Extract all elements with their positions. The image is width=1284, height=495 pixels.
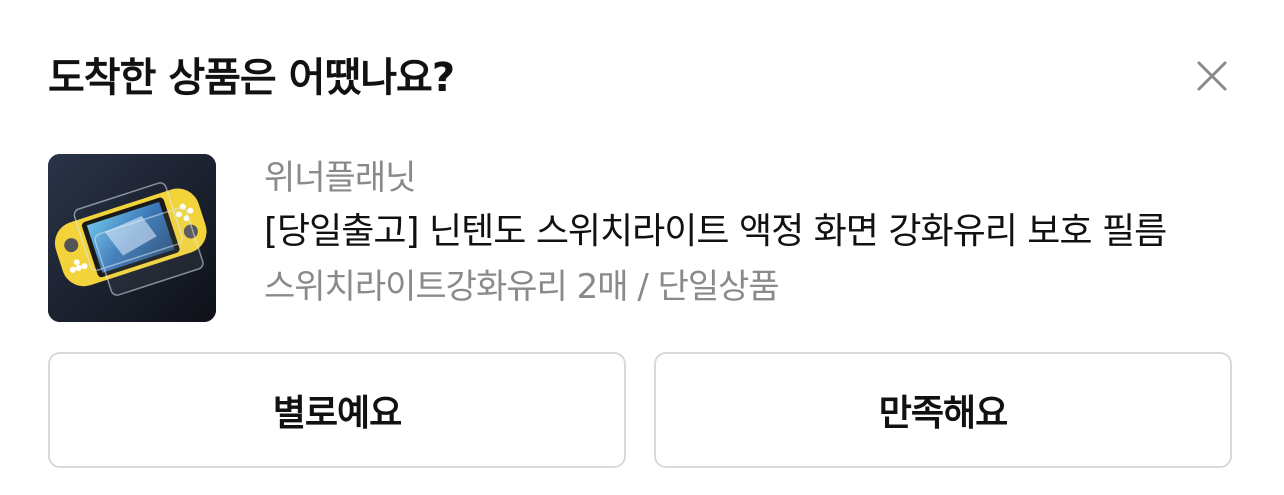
- close-icon: [1197, 61, 1227, 91]
- product-info: 위너플래닛 [당일출고] 닌텐도 스위치라이트 액정 화면 강화유리 보호 필름…: [264, 154, 1236, 312]
- product-card: 위너플래닛 [당일출고] 닌텐도 스위치라이트 액정 화면 강화유리 보호 필름…: [48, 154, 1236, 322]
- review-prompt-dialog: 도착한 상품은 어땠나요? 위너플래닛 [당일출고] 닌텐도 스위치라이트 액정…: [0, 0, 1284, 495]
- product-option: 스위치라이트강화유리 2매 / 단일상품: [264, 267, 780, 307]
- close-button[interactable]: [1188, 52, 1236, 100]
- seller-name: 위너플래닛: [264, 158, 416, 198]
- dialog-title: 도착한 상품은 어땠나요?: [48, 55, 455, 101]
- satisfied-button[interactable]: 만족해요: [654, 352, 1232, 468]
- product-name: [당일출고] 닌텐도 스위치라이트 액정 화면 강화유리 보호 필름: [264, 211, 1167, 252]
- product-thumbnail: [48, 154, 216, 322]
- dissatisfied-button[interactable]: 별로예요: [48, 352, 626, 468]
